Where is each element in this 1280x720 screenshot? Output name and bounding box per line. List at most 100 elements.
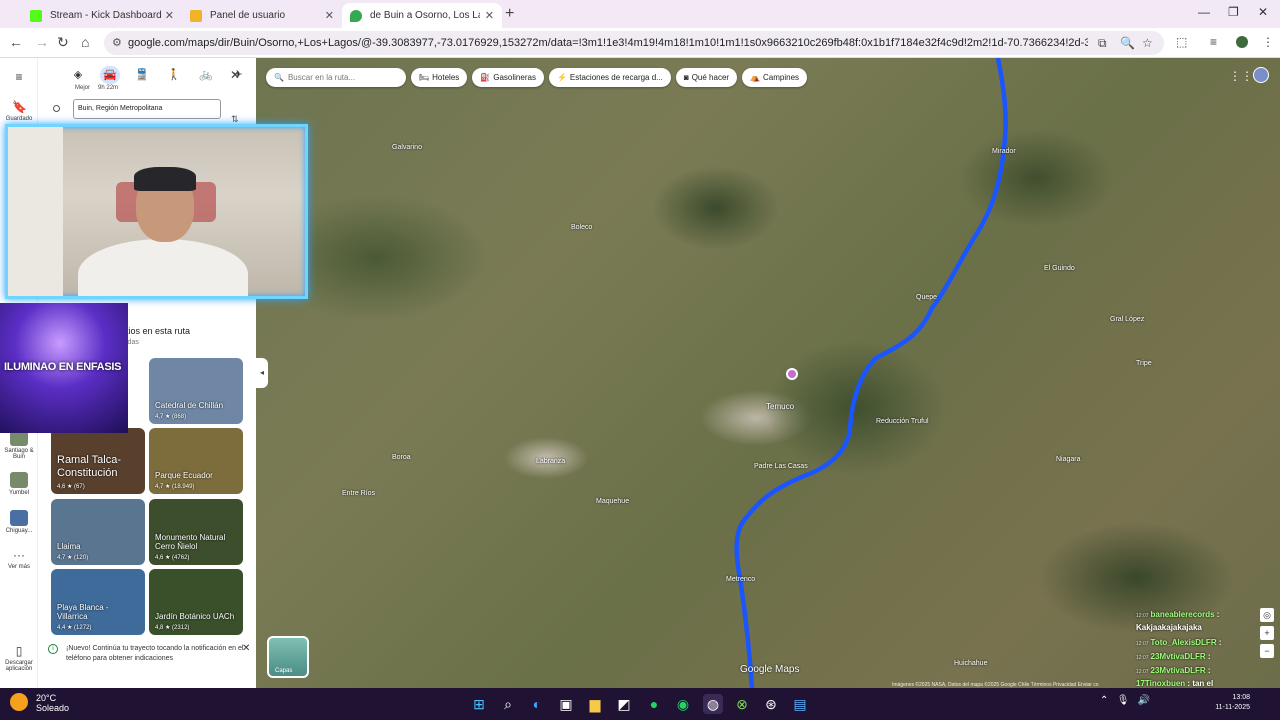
chat-message: 12:07 baneablerecords : (1136, 610, 1220, 619)
whatsapp-icon[interactable]: ◉ (673, 694, 693, 714)
layers-button[interactable]: Capas (267, 636, 309, 678)
chat-time: 12:07 (1136, 669, 1149, 675)
apps-grid-icon[interactable]: ⋮⋮ (1229, 69, 1253, 83)
install-app-icon[interactable]: ⧉ (1098, 36, 1107, 51)
edge-icon[interactable]: ◐ (527, 694, 547, 714)
profile-avatar[interactable] (1236, 36, 1248, 48)
chip-hotels[interactable]: 🛏 Hoteles (411, 68, 468, 87)
more-icon: ··· (13, 548, 25, 562)
origin-input[interactable]: Buin, Región Metropolitana (73, 99, 221, 119)
start-icon[interactable]: ⊞ (469, 694, 489, 714)
close-window-icon[interactable]: ✕ (1258, 5, 1268, 19)
mode-label-best: Mejor (75, 85, 91, 91)
place-label: Huichahue (954, 660, 988, 667)
tab-google-maps[interactable]: de Buin a Osorno, Los Lagos - G ✕ (342, 3, 502, 28)
media-icon[interactable]: ≡ (1210, 35, 1217, 49)
card-name: Parque Ecuador (155, 471, 213, 480)
site-info-icon[interactable]: ⚙ (112, 36, 122, 49)
tab-kick-dashboard[interactable]: Stream - Kick Dashboard ✕ (22, 3, 182, 28)
maximize-icon[interactable]: ❐ (1228, 5, 1239, 19)
mode-transit[interactable]: 🚆 (132, 66, 152, 84)
close-icon[interactable]: ✕ (325, 9, 334, 22)
close-icon[interactable]: ✕ (242, 644, 250, 654)
chrome-icon[interactable]: ◍ (703, 694, 723, 714)
minimize-icon[interactable]: — (1198, 5, 1210, 19)
file-explorer-icon[interactable]: ▆ (585, 694, 605, 714)
bookmark-star-icon[interactable]: ☆ (1142, 36, 1153, 50)
new-tab-button[interactable]: + (505, 5, 514, 23)
mode-car[interactable]: 🚘 (100, 66, 120, 84)
address-toolbar: ← → ↻ ⌂ ⚙ google.com/maps/dir/Buin/Osorn… (0, 28, 1280, 58)
sun-icon (10, 693, 28, 711)
app-icon[interactable]: ◩ (614, 694, 634, 714)
store-icon[interactable]: ▣ (556, 694, 576, 714)
back-icon[interactable]: ← (9, 34, 23, 50)
place-card[interactable]: Catedral de Chillán 4,7 ★ (868) (149, 358, 243, 424)
close-icon[interactable]: ✕ (165, 9, 174, 22)
notification-text: ¡Nuevo! Continúa tu trayecto tocando la … (66, 645, 244, 662)
place-card[interactable]: Ramal Talca-Constitución 4,6 ★ (67) (51, 428, 145, 494)
menu-button[interactable]: ≡ (0, 70, 38, 86)
forward-icon[interactable]: → (35, 34, 49, 50)
spotify-icon[interactable]: ● (644, 694, 664, 714)
best-route-icon: ◈ (73, 69, 83, 81)
mode-label-car: 9h 22m (98, 85, 119, 91)
place-label: Boleco (571, 224, 593, 231)
chip-campgrounds[interactable]: ⛺ Campines (742, 68, 808, 87)
chip-things-to-do[interactable]: ◙ Qué hacer (675, 68, 738, 87)
rail-label: Santiago & Buin (4, 448, 34, 460)
clock[interactable]: 13:08 11-11-2025 (1198, 693, 1250, 713)
route-path (734, 58, 1008, 688)
clock-date: 11-11-2025 (1215, 704, 1250, 711)
close-directions-icon[interactable]: ✕ (230, 68, 240, 82)
maps-pin-icon (350, 9, 362, 22)
saved-button[interactable]: 🔖 Guardado (0, 100, 38, 122)
place-label: Maquehue (596, 498, 630, 505)
place-card[interactable]: Parque Ecuador 4,7 ★ (18.949) (149, 428, 243, 494)
xbox-icon[interactable]: ⊗ (732, 694, 752, 714)
chip-charging[interactable]: ⚡ Estaciones de recarga d... (548, 68, 671, 87)
url-text[interactable]: google.com/maps/dir/Buin/Osorno,+Los+Lag… (128, 37, 1088, 49)
extensions-icon[interactable]: ⬚ (1176, 35, 1187, 49)
recent-chiguay[interactable]: Chiguay... (0, 510, 38, 534)
search-icon[interactable]: ⌕ (498, 694, 518, 714)
chat-time: 12:07 (1136, 641, 1149, 647)
mode-best[interactable]: ◈ (68, 66, 88, 84)
notepad-icon[interactable]: ▤ (790, 694, 810, 714)
collapse-panel-button[interactable]: ◂ (256, 358, 268, 388)
chip-label: Gasolineras (493, 73, 536, 82)
zoom-icon[interactable]: 🔍 (1120, 36, 1135, 50)
steam-icon[interactable]: ⊛ (761, 694, 781, 714)
city-label: Temuco (766, 402, 795, 411)
weather-widget[interactable]: 20°C Soleado (10, 693, 69, 713)
more-button[interactable]: ··· Ver más (0, 548, 38, 570)
place-card[interactable]: Jardín Botánico UACh 4,8 ★ (2312) (149, 569, 243, 635)
place-card[interactable]: Llaima 4,7 ★ (120) (51, 499, 145, 565)
recent-santiago[interactable]: Santiago & Buin (0, 430, 38, 460)
tab-user-panel[interactable]: Panel de usuario ✕ (182, 3, 342, 28)
search-route-input[interactable]: 🔍 Buscar en la ruta... (266, 68, 406, 87)
mode-bike[interactable]: 🚲 (196, 66, 216, 84)
poi-pin-icon[interactable] (786, 368, 798, 380)
url-bar[interactable]: ⚙ google.com/maps/dir/Buin/Osorno,+Los+L… (104, 31, 1164, 55)
satellite-map[interactable]: Temuco Mirador Boleco El Guindo Galvarin… (256, 58, 1280, 688)
place-label: Gral López (1110, 316, 1145, 323)
place-card[interactable]: Playa Blanca - Villarrica 4,4 ★ (1272) (51, 569, 145, 635)
close-icon[interactable]: ✕ (485, 9, 494, 22)
recent-yumbel[interactable]: Yumbel (0, 472, 38, 496)
reload-icon[interactable]: ↻ (57, 34, 69, 51)
system-tray[interactable]: ⌃ 🎙 🔊 (1100, 695, 1150, 706)
chip-gas[interactable]: ⛽ Gasolineras (472, 68, 544, 87)
menu-icon[interactable]: ⋮ (1262, 35, 1274, 49)
user-avatar[interactable] (1253, 67, 1269, 83)
card-name: Playa Blanca - Villarrica (57, 603, 109, 621)
place-card[interactable]: Monumento Natural Cerro Ñielol 4,6 ★ (476… (149, 499, 243, 565)
place-label: Quepe (916, 294, 938, 301)
download-app-button[interactable]: ▯ Descargar aplicación (0, 644, 38, 672)
hotel-icon: 🛏 (419, 73, 430, 82)
place-label: Metrenco (726, 576, 756, 583)
windows-taskbar: 20°C Soleado ⊞ ⌕ ◐ ▣ ▆ ◩ ● ◉ ◍ ⊗ ⊛ ▤ ⌃ 🎙… (0, 688, 1280, 720)
home-icon[interactable]: ⌂ (81, 34, 89, 50)
mode-walk[interactable]: 🚶 (164, 66, 184, 84)
card-name: Jardín Botánico UACh (155, 612, 235, 621)
